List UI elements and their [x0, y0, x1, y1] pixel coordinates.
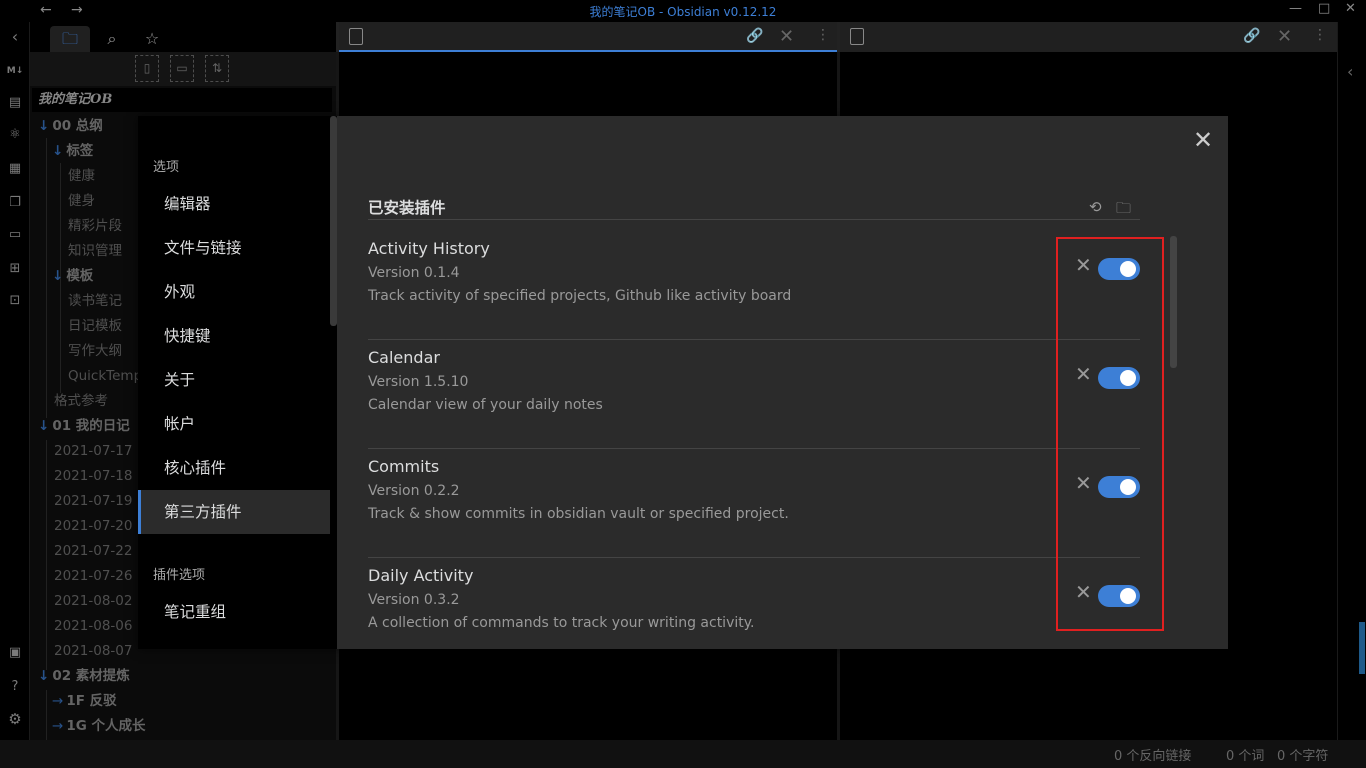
reload-icon[interactable]: ⟲ — [1089, 198, 1102, 216]
settings-nav-core-plugins[interactable]: 核心插件 — [138, 446, 330, 490]
plugin-item: Calendar Version 1.5.10 Calendar view of… — [368, 340, 1140, 449]
settings-nav-hotkeys[interactable]: 快捷键 — [138, 314, 330, 358]
close-window-button[interactable]: ✕ — [1345, 1, 1356, 16]
settings-nav-note-refactor[interactable]: 笔记重组 — [138, 590, 330, 634]
settings-nav-files-links[interactable]: 文件与链接 — [138, 226, 330, 270]
slides-icon[interactable]: ▭ — [6, 226, 24, 244]
maximize-button[interactable]: □ — [1318, 1, 1330, 16]
scroll-indicator — [1359, 622, 1365, 674]
settings-sidebar: 选项 编辑器 文件与链接 外观 快捷键 关于 帐户 核心插件 第三方插件 插件选… — [138, 116, 337, 649]
char-count: 0 个字符 — [1277, 749, 1329, 764]
plugin-version: Version 0.3.2 — [368, 592, 460, 608]
settings-nav-community-plugins[interactable]: 第三方插件 — [138, 490, 330, 534]
pane-header: 🔗 ✕ ⋮ — [339, 22, 837, 52]
backlinks-count: 0 个反向链接 — [1114, 749, 1192, 764]
settings-nav-editor[interactable]: 编辑器 — [138, 182, 330, 226]
link-icon[interactable]: 🔗 — [746, 28, 763, 44]
vault-icon[interactable]: ▣ — [6, 644, 24, 662]
status-bar: 0 个反向链接 0 个词 0 个字符 — [0, 740, 1366, 768]
minimize-button[interactable]: — — [1289, 1, 1302, 16]
plugin-description: Calendar view of your daily notes — [368, 397, 603, 413]
link-icon[interactable]: 🔗 — [1243, 28, 1260, 44]
options-heading: 选项 — [153, 160, 180, 175]
graph-icon[interactable]: ⚛ — [6, 126, 24, 144]
sidebar-scrollbar[interactable] — [330, 116, 337, 326]
more-options-icon[interactable]: ⋮ — [1313, 27, 1327, 43]
plugin-item: Activity History Version 0.1.4 Track act… — [368, 231, 1140, 340]
left-ribbon: ‹ M↓ ▤ ⚛ ▦ ❐ ▭ ⊞ ⊡ ▣ ? ⚙ — [0, 22, 30, 740]
help-icon[interactable]: ? — [6, 678, 24, 696]
files-tab-icon[interactable]: 🗀 — [50, 26, 90, 52]
window-title: 我的笔记OB - Obsidian v0.12.12 — [589, 5, 777, 19]
plugin-version: Version 0.1.4 — [368, 265, 460, 281]
pane-header: 🔗 ✕ ⋮ — [840, 22, 1337, 52]
plugin-item: Commits Version 0.2.2 Track & show commi… — [368, 449, 1140, 558]
import-icon[interactable]: ▤ — [6, 94, 24, 112]
close-icon[interactable]: ✕ — [1193, 126, 1213, 154]
document-icon — [349, 28, 363, 45]
word-count: 0 个词 — [1226, 749, 1265, 764]
close-pane-icon[interactable]: ✕ — [779, 26, 794, 47]
plugin-version: Version 1.5.10 — [368, 374, 469, 390]
plugin-description: A collection of commands to track your w… — [368, 615, 755, 631]
expand-sidebar-icon[interactable]: ‹ — [1347, 62, 1353, 81]
search-tab-icon[interactable]: ⌕ — [92, 26, 132, 52]
plugin-name: Daily Activity — [368, 566, 474, 585]
plugins-icon[interactable]: ⊞ — [6, 260, 24, 278]
plugin-description: Track & show commits in obsidian vault o… — [368, 506, 789, 522]
title-bar: ← → 我的笔记OB - Obsidian v0.12.12 — □ ✕ — [0, 0, 1366, 22]
copy-icon[interactable]: ❐ — [6, 194, 24, 212]
document-icon — [850, 28, 864, 45]
collapse-sidebar-icon[interactable]: ‹ — [6, 28, 24, 46]
plugin-options-heading: 插件选项 — [153, 568, 206, 583]
installed-plugins-title: 已安装插件 — [368, 199, 446, 217]
plugin-name: Activity History — [368, 239, 490, 258]
settings-nav-appearance[interactable]: 外观 — [138, 270, 330, 314]
section-divider — [368, 219, 1140, 220]
plugin-item: Daily Activity Version 0.3.2 A collectio… — [368, 558, 1140, 649]
plugin-version: Version 0.2.2 — [368, 483, 460, 499]
calendar-icon[interactable]: ▦ — [6, 160, 24, 178]
settings-nav-about[interactable]: 关于 — [138, 358, 330, 402]
right-ribbon: ‹ — [1337, 22, 1366, 740]
plugin-name: Commits — [368, 457, 440, 476]
archive-icon[interactable]: ⊡ — [6, 292, 24, 310]
markdown-icon[interactable]: M↓ — [6, 62, 24, 80]
explorer-tabs: 🗀 ⌕ ☆ — [30, 22, 336, 52]
starred-tab-icon[interactable]: ☆ — [132, 26, 172, 52]
plugin-description: Track activity of specified projects, Gi… — [368, 288, 792, 304]
settings-icon[interactable]: ⚙ — [6, 710, 24, 728]
more-options-icon[interactable]: ⋮ — [816, 27, 830, 43]
plugin-name: Calendar — [368, 348, 440, 367]
settings-modal: 选项 编辑器 文件与链接 外观 快捷键 关于 帐户 核心插件 第三方插件 插件选… — [138, 116, 1228, 649]
highlight-box — [1056, 237, 1164, 631]
close-pane-icon[interactable]: ✕ — [1277, 26, 1292, 47]
content-scrollbar[interactable] — [1170, 236, 1177, 368]
settings-nav-account[interactable]: 帐户 — [138, 402, 330, 446]
